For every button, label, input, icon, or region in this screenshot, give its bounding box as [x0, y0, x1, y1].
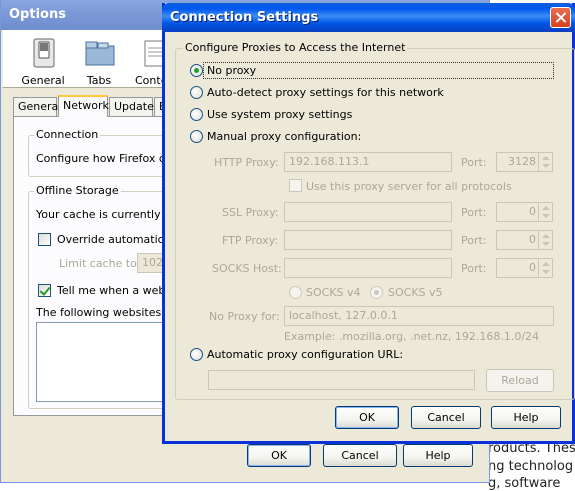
- ftp-port-field[interactable]: 0: [496, 230, 553, 250]
- ssl-port-value: 0: [529, 205, 536, 218]
- socks-v5-label: SOCKS v5: [388, 286, 443, 299]
- offline-storage-title: Offline Storage: [34, 184, 121, 197]
- http-port-field[interactable]: 3128: [496, 152, 553, 172]
- auto-detect-label: Auto-detect proxy settings for this netw…: [207, 86, 444, 99]
- no-proxy-for-field[interactable]: localhost, 127.0.0.1: [284, 306, 554, 326]
- socks-host-label: SOCKS Host:: [212, 262, 282, 275]
- auto-detect-radio[interactable]: [190, 86, 203, 99]
- connection-settings-title-bar[interactable]: Connection Settings: [162, 3, 575, 32]
- override-cache-checkbox[interactable]: [38, 233, 51, 246]
- tab-update[interactable]: Update: [109, 97, 154, 116]
- no-proxy-label: No proxy: [207, 64, 257, 77]
- ssl-port-field[interactable]: 0: [496, 202, 553, 222]
- socks-port-spinner[interactable]: [538, 259, 552, 277]
- same-proxy-label: Use this proxy server for all protocols: [306, 180, 512, 193]
- connection-settings-title: Connection Settings: [170, 10, 319, 25]
- system-proxy-radio[interactable]: [190, 108, 203, 121]
- http-port-label: Port:: [461, 156, 487, 169]
- auto-config-url-radio[interactable]: [190, 348, 203, 361]
- http-proxy-label: HTTP Proxy:: [214, 156, 279, 169]
- connection-settings-dialog: Connection Settings Configure Proxies to…: [162, 3, 575, 444]
- reload-button[interactable]: Reload: [486, 369, 554, 392]
- ssl-proxy-field[interactable]: [284, 202, 452, 222]
- toolbar-general-label: General: [21, 74, 65, 87]
- ftp-proxy-field[interactable]: [284, 230, 452, 250]
- http-port-spinner[interactable]: [538, 153, 552, 171]
- socks-v5-radio[interactable]: [370, 286, 383, 299]
- system-proxy-label: Use system proxy settings: [207, 108, 353, 121]
- options-cancel-button[interactable]: Cancel: [323, 444, 397, 467]
- options-title: Options: [9, 7, 66, 22]
- socks-v4-radio[interactable]: [289, 286, 302, 299]
- ok-button[interactable]: OK: [335, 406, 399, 429]
- tell-me-checkbox[interactable]: [38, 284, 51, 297]
- ssl-port-spinner[interactable]: [538, 203, 552, 221]
- limit-cache-value: 102: [142, 256, 163, 269]
- tab-general[interactable]: General: [13, 97, 61, 116]
- ftp-port-spinner[interactable]: [538, 231, 552, 249]
- background-text-line-3: g, software: [488, 476, 561, 491]
- socks-host-field[interactable]: [284, 258, 452, 278]
- http-proxy-value: 192.168.113.1: [289, 155, 370, 168]
- same-proxy-checkbox[interactable]: [289, 179, 302, 192]
- ssl-proxy-label: SSL Proxy:: [222, 206, 279, 219]
- auto-config-url-field[interactable]: [208, 370, 475, 390]
- no-proxy-for-value: localhost, 127.0.0.1: [289, 309, 398, 322]
- toolbar-tabs-label: Tabs: [86, 74, 112, 87]
- no-proxy-example: Example: .mozilla.org, .net.nz, 192.168.…: [284, 330, 540, 343]
- socks-port-field[interactable]: 0: [496, 258, 553, 278]
- options-help-button[interactable]: Help: [403, 444, 473, 467]
- tab-network[interactable]: Network: [58, 95, 109, 117]
- auto-config-url-label: Automatic proxy configuration URL:: [207, 348, 404, 361]
- background-text-line-2: ng technolog: [488, 459, 574, 474]
- close-icon[interactable]: [550, 7, 571, 28]
- options-ok-button[interactable]: OK: [247, 444, 311, 467]
- ftp-port-value: 0: [529, 233, 536, 246]
- manual-proxy-label: Manual proxy configuration:: [207, 130, 362, 143]
- http-port-value: 3128: [508, 155, 536, 168]
- general-switch-icon: [33, 38, 55, 68]
- no-proxy-for-label: No Proxy for:: [209, 310, 280, 323]
- ftp-port-label: Port:: [461, 234, 487, 247]
- socks-v4-label: SOCKS v4: [306, 286, 361, 299]
- ssl-port-label: Port:: [461, 206, 487, 219]
- help-button[interactable]: Help: [491, 406, 561, 429]
- limit-cache-label: Limit cache to: [59, 257, 137, 270]
- ftp-proxy-label: FTP Proxy:: [222, 234, 279, 247]
- connection-group-title: Connection: [34, 128, 101, 141]
- socks-port-value: 0: [529, 261, 536, 274]
- tabs-folder-icon: [85, 40, 115, 66]
- cancel-button[interactable]: Cancel: [411, 406, 481, 429]
- manual-proxy-radio[interactable]: [190, 130, 203, 143]
- proxy-config-group: Configure Proxies to Access the Internet…: [175, 41, 575, 400]
- socks-port-label: Port:: [461, 262, 487, 275]
- proxy-config-group-title: Configure Proxies to Access the Internet: [183, 41, 408, 54]
- no-proxy-radio[interactable]: [190, 64, 203, 77]
- http-proxy-field[interactable]: 192.168.113.1: [284, 152, 452, 172]
- connection-description: Configure how Firefox con: [36, 152, 179, 165]
